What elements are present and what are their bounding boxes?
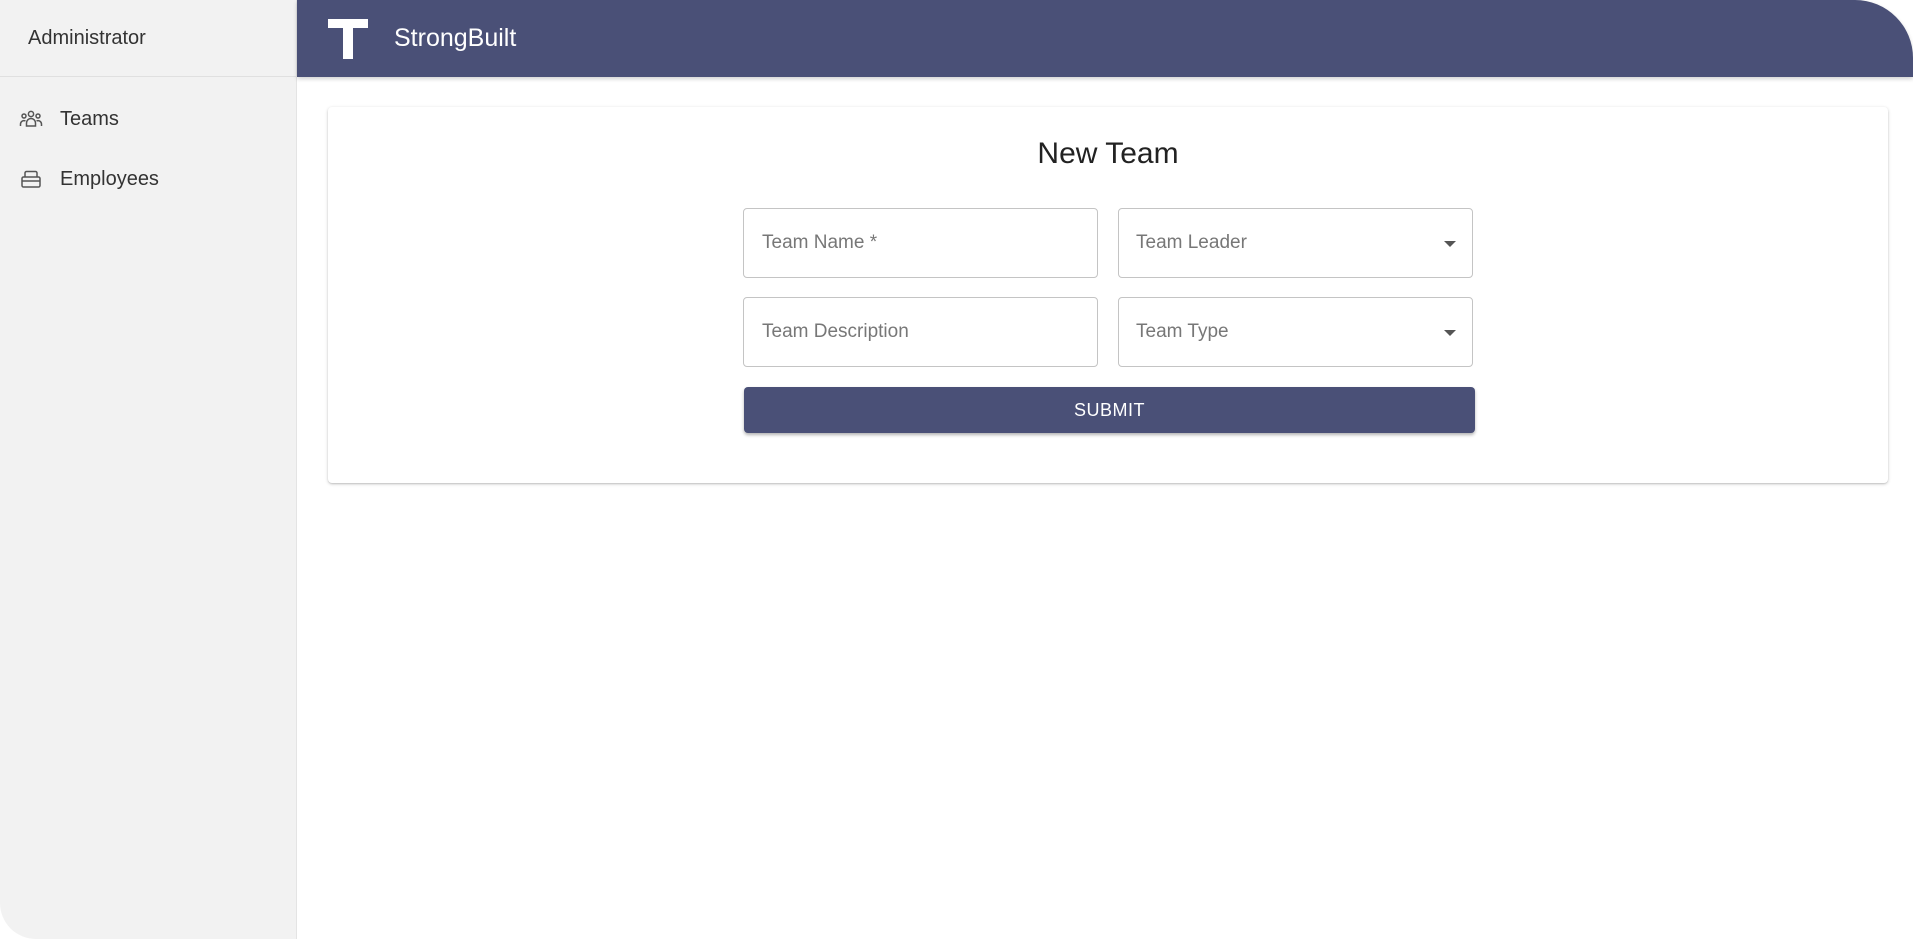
- team-description-field[interactable]: [743, 297, 1098, 367]
- team-name-input[interactable]: [744, 209, 1097, 277]
- brand-title: StrongBuilt: [394, 24, 517, 52]
- id-card-holder-icon: [18, 166, 44, 192]
- team-type-select[interactable]: Team Type: [1118, 297, 1473, 367]
- t-logo-icon: [328, 18, 368, 59]
- sidebar-item-teams[interactable]: Teams: [0, 89, 296, 149]
- dropdown-arrow-icon: [1444, 241, 1456, 247]
- dropdown-arrow-icon: [1444, 330, 1456, 336]
- submit-button[interactable]: SUBMIT: [744, 387, 1475, 433]
- team-type-label: Team Type: [1136, 321, 1229, 342]
- user-role-label: Administrator: [28, 26, 146, 49]
- new-team-form-card: New Team Team Leader Team Type SUBMIT: [328, 107, 1888, 483]
- sidebar-item-label: Employees: [60, 167, 159, 190]
- top-app-bar: StrongBuilt: [297, 0, 1913, 77]
- sidebar-item-label: Teams: [60, 107, 119, 130]
- sidebar-header: Administrator: [0, 0, 296, 77]
- team-leader-label: Team Leader: [1136, 232, 1247, 253]
- sidebar-item-employees[interactable]: Employees: [0, 149, 296, 209]
- form-title: New Team: [1037, 137, 1179, 170]
- team-description-input[interactable]: [744, 298, 1097, 366]
- team-leader-select[interactable]: Team Leader: [1118, 208, 1473, 278]
- sidebar-nav: Teams Employees: [0, 77, 296, 209]
- sidebar: Administrator Teams Employees: [0, 0, 297, 939]
- app-root: Administrator Teams Employees StrongBuil…: [0, 0, 1913, 939]
- people-group-icon: [18, 106, 44, 132]
- team-name-field[interactable]: [743, 208, 1098, 278]
